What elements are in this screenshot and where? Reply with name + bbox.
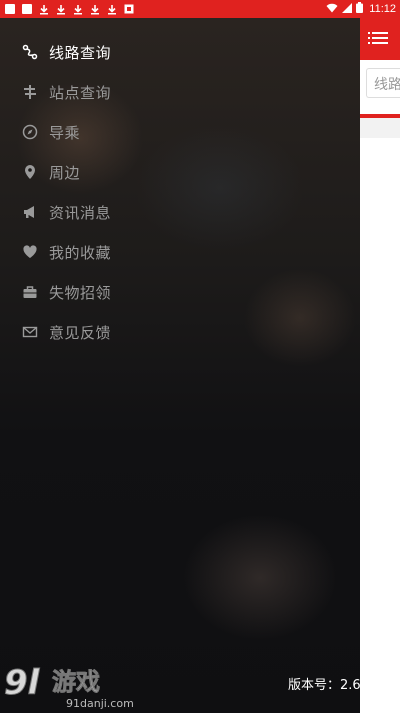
menu-item-label: 失物招领: [49, 283, 112, 302]
menu-item-news[interactable]: 资讯消息: [0, 192, 360, 232]
menu-item-favorites[interactable]: 我的收藏: [0, 232, 360, 272]
menu-item-lost-found[interactable]: 失物招领: [0, 272, 360, 312]
app-toolbar: [360, 18, 400, 60]
menu-item-label: 线路查询: [49, 43, 112, 62]
heart-icon: [22, 244, 38, 260]
briefcase-icon: [22, 284, 38, 300]
route-search-input[interactable]: 线路: [366, 68, 400, 98]
tab-strip: [360, 118, 400, 138]
menu-item-nearby[interactable]: 周边: [0, 152, 360, 192]
menu-item-label: 站点查询: [49, 83, 112, 102]
menu-item-guide[interactable]: 导乘: [0, 112, 360, 152]
version-label: 版本号：2.6: [288, 678, 361, 693]
menu-item-station-query[interactable]: 站点查询: [0, 72, 360, 112]
signpost-icon: [22, 84, 38, 100]
drawer-menu: 线路查询 站点查询 导乘 周边 资讯消息 我的收藏 失物招领 意见反馈: [0, 32, 360, 352]
notification-app-icon: [21, 4, 32, 15]
svg-text:游戏: 游戏: [52, 668, 100, 696]
svg-text:91danji.com: 91danji.com: [66, 697, 134, 710]
download-icon: [72, 4, 83, 15]
megaphone-icon: [22, 204, 38, 220]
notification-icons: [4, 4, 134, 15]
download-icon: [106, 4, 117, 15]
battery-icon: [356, 2, 364, 16]
menu-item-label: 我的收藏: [49, 243, 112, 262]
menu-item-feedback[interactable]: 意见反馈: [0, 312, 360, 352]
menu-item-route-query[interactable]: 线路查询: [0, 32, 360, 72]
download-icon: [55, 4, 66, 15]
image-notification-icon: [123, 4, 134, 15]
menu-item-label: 资讯消息: [49, 203, 112, 222]
menu-item-label: 周边: [49, 163, 81, 182]
navigation-drawer: 线路查询 站点查询 导乘 周边 资讯消息 我的收藏 失物招领 意见反馈: [0, 18, 360, 713]
signal-icon: [342, 2, 353, 16]
route-icon: [22, 44, 38, 60]
menu-item-label: 导乘: [49, 123, 81, 142]
svg-text:9l: 9l: [4, 663, 41, 703]
download-icon: [38, 4, 49, 15]
watermark-logo: 9l 游戏 91danji.com: [4, 660, 136, 712]
mail-icon: [22, 324, 38, 340]
compass-icon: [22, 124, 38, 140]
download-icon: [89, 4, 100, 15]
wifi-icon: [326, 3, 338, 16]
clock: 11:12: [369, 3, 396, 15]
menu-item-label: 意见反馈: [49, 323, 112, 342]
status-bar: 11:12: [0, 0, 400, 18]
main-app-peek: 线路: [360, 18, 400, 713]
location-pin-icon: [22, 164, 38, 180]
notification-app-icon: [4, 4, 15, 15]
menu-icon[interactable]: [368, 30, 388, 49]
